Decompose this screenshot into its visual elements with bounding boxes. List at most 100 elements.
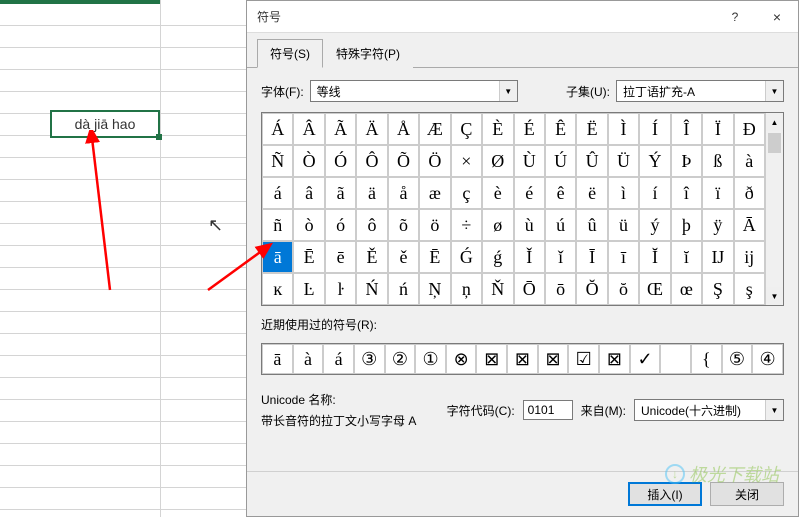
char-cell[interactable]: Ð	[734, 113, 765, 145]
char-cell[interactable]: é	[514, 177, 545, 209]
char-cell[interactable]: î	[671, 177, 702, 209]
char-cell[interactable]: ǐ	[545, 241, 576, 273]
char-cell[interactable]: Ĭ	[639, 241, 670, 273]
subset-select[interactable]: 拉丁语扩充-A ▼	[616, 80, 784, 102]
char-cell[interactable]: Þ	[671, 145, 702, 177]
chevron-down-icon[interactable]: ▼	[765, 400, 783, 420]
recent-char-cell[interactable]: ⑤	[722, 344, 753, 374]
recent-char-cell[interactable]	[660, 344, 691, 374]
char-cell[interactable]: þ	[671, 209, 702, 241]
scroll-down-icon[interactable]: ▼	[766, 287, 783, 305]
char-cell[interactable]: Ù	[514, 145, 545, 177]
char-cell[interactable]: Ņ	[419, 273, 450, 305]
char-cell[interactable]: Ş	[702, 273, 733, 305]
char-cell[interactable]: ö	[419, 209, 450, 241]
char-cell[interactable]: Ï	[702, 113, 733, 145]
recent-char-cell[interactable]: ✓	[630, 344, 661, 374]
char-cell[interactable]: â	[293, 177, 324, 209]
recent-char-cell[interactable]: ⊠	[476, 344, 507, 374]
char-cell[interactable]: Ç	[451, 113, 482, 145]
char-cell[interactable]: ×	[451, 145, 482, 177]
char-cell[interactable]: Ò	[293, 145, 324, 177]
char-cell[interactable]: Ö	[419, 145, 450, 177]
char-cell[interactable]: Ë	[576, 113, 607, 145]
char-cell[interactable]: ñ	[262, 209, 293, 241]
recent-char-cell[interactable]: à	[293, 344, 324, 374]
recent-char-cell[interactable]: ⊗	[446, 344, 477, 374]
close-button[interactable]: ×	[756, 1, 798, 33]
char-cell[interactable]: Æ	[419, 113, 450, 145]
char-cell[interactable]: Û	[576, 145, 607, 177]
char-cell[interactable]: ÿ	[702, 209, 733, 241]
tab-symbols[interactable]: 符号(S)	[257, 39, 323, 68]
char-cell[interactable]: í	[639, 177, 670, 209]
char-cell[interactable]: Ō	[514, 273, 545, 305]
char-cell[interactable]: õ	[388, 209, 419, 241]
char-cell[interactable]: Ê	[545, 113, 576, 145]
recent-char-cell[interactable]: á	[323, 344, 354, 374]
char-cell[interactable]: ÷	[451, 209, 482, 241]
char-cell[interactable]: Ī	[576, 241, 607, 273]
char-cell[interactable]: ā	[262, 241, 293, 273]
char-cell[interactable]: à	[734, 145, 765, 177]
char-cell[interactable]: å	[388, 177, 419, 209]
char-cell[interactable]: ê	[545, 177, 576, 209]
char-cell[interactable]: Ã	[325, 113, 356, 145]
char-cell[interactable]: ş	[734, 273, 765, 305]
char-cell[interactable]: Â	[293, 113, 324, 145]
char-cell[interactable]: ù	[514, 209, 545, 241]
char-cell[interactable]: Ń	[356, 273, 387, 305]
char-cell[interactable]: á	[262, 177, 293, 209]
char-cell[interactable]: œ	[671, 273, 702, 305]
insert-button[interactable]: 插入(I)	[628, 482, 702, 506]
char-cell[interactable]: Ŏ	[576, 273, 607, 305]
recent-char-cell[interactable]: ④	[752, 344, 783, 374]
char-cell[interactable]: ã	[325, 177, 356, 209]
chevron-down-icon[interactable]: ▼	[765, 81, 783, 101]
char-cell[interactable]: Ň	[482, 273, 513, 305]
char-cell[interactable]: ú	[545, 209, 576, 241]
char-cell[interactable]: Ú	[545, 145, 576, 177]
char-cell[interactable]: Õ	[388, 145, 419, 177]
char-cell[interactable]: ŀ	[325, 273, 356, 305]
char-cell[interactable]: ń	[388, 273, 419, 305]
char-cell[interactable]: Ǐ	[514, 241, 545, 273]
char-cell[interactable]: Ó	[325, 145, 356, 177]
char-cell[interactable]: Ē	[419, 241, 450, 273]
recent-char-cell[interactable]: ā	[262, 344, 293, 374]
char-cell[interactable]: ð	[734, 177, 765, 209]
char-cell[interactable]: Å	[388, 113, 419, 145]
char-cell[interactable]: ĭ	[671, 241, 702, 273]
scroll-thumb[interactable]	[768, 133, 781, 153]
recent-char-cell[interactable]: {	[691, 344, 722, 374]
char-cell[interactable]: ô	[356, 209, 387, 241]
char-cell[interactable]: ø	[482, 209, 513, 241]
cancel-button[interactable]: 关闭	[710, 482, 784, 506]
recent-char-cell[interactable]: ①	[415, 344, 446, 374]
char-cell[interactable]: Ø	[482, 145, 513, 177]
grid-scrollbar[interactable]: ▲ ▼	[765, 113, 783, 305]
char-cell[interactable]: ī	[608, 241, 639, 273]
recent-char-cell[interactable]: ③	[354, 344, 385, 374]
tab-special-chars[interactable]: 特殊字符(P)	[323, 39, 413, 68]
recent-char-cell[interactable]: ☑	[568, 344, 599, 374]
char-cell[interactable]: û	[576, 209, 607, 241]
char-cell[interactable]: ý	[639, 209, 670, 241]
font-select[interactable]: 等线 ▼	[310, 80, 518, 102]
char-cell[interactable]: Ä	[356, 113, 387, 145]
char-cell[interactable]: ǵ	[482, 241, 513, 273]
char-cell[interactable]: ï	[702, 177, 733, 209]
char-cell[interactable]: ë	[576, 177, 607, 209]
titlebar[interactable]: 符号 ? ×	[247, 1, 798, 33]
char-cell[interactable]: ó	[325, 209, 356, 241]
char-cell[interactable]: Ñ	[262, 145, 293, 177]
char-cell[interactable]: ĸ	[262, 273, 293, 305]
char-cell[interactable]: Ô	[356, 145, 387, 177]
char-cell[interactable]: Œ	[639, 273, 670, 305]
recent-char-cell[interactable]: ②	[385, 344, 416, 374]
char-cell[interactable]: Ǵ	[451, 241, 482, 273]
char-cell[interactable]: Ý	[639, 145, 670, 177]
from-select[interactable]: Unicode(十六进制) ▼	[634, 399, 784, 421]
char-cell[interactable]: ß	[702, 145, 733, 177]
char-cell[interactable]: æ	[419, 177, 450, 209]
